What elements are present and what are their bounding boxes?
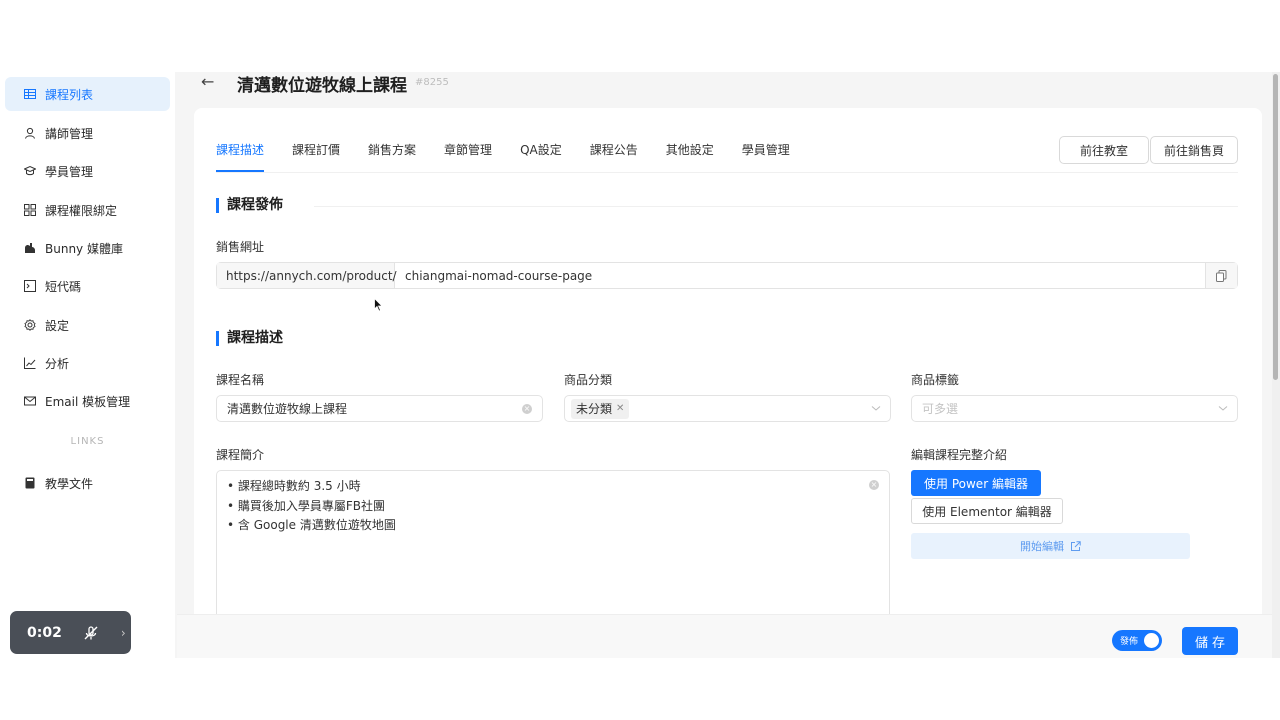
- sidebar-item-label: Email 模板管理: [45, 394, 131, 409]
- tags-placeholder: 可多選: [922, 402, 959, 416]
- publish-toggle-label: 發佈: [1120, 637, 1139, 647]
- sidebar-item-course-permissions[interactable]: 課程權限綁定: [5, 193, 170, 227]
- sidebar-item-analytics[interactable]: 分析: [5, 346, 170, 380]
- sidebar-item-docs[interactable]: 教學文件: [5, 466, 170, 500]
- toggle-knob: [1144, 633, 1159, 648]
- sidebar-item-email-templates[interactable]: Email 模板管理: [5, 384, 170, 418]
- intro-line: • 課程總時數約 3.5 小時: [227, 479, 361, 493]
- course-name-value: 清邁數位遊牧線上課程: [227, 402, 348, 416]
- arrow-left-icon[interactable]: ←: [201, 72, 214, 91]
- sidebar-item-label: 教學文件: [45, 476, 94, 491]
- sidebar: 課程列表 講師管理 學員管理 課程權限綁定 Bunny 媒體庫 短代碼 設定 分…: [0, 72, 175, 658]
- remove-tag-icon[interactable]: ✕: [616, 403, 624, 414]
- book-icon: [24, 477, 36, 489]
- intro-line: • 購買後加入學員專屬FB社團: [227, 498, 386, 513]
- rabbit-icon: [24, 242, 36, 254]
- scrollbar-thumb[interactable]: [1273, 74, 1278, 380]
- sidebar-item-instructors[interactable]: 講師管理: [5, 116, 170, 150]
- graduation-icon: [24, 165, 36, 177]
- external-link-icon: [1071, 540, 1081, 551]
- sidebar-item-label: 學員管理: [45, 164, 94, 179]
- start-edit-label: 開始編輯: [1020, 540, 1064, 553]
- tab-students[interactable]: 學員管理: [742, 142, 790, 172]
- sidebar-item-label: 設定: [45, 318, 70, 333]
- gear-icon: [24, 319, 36, 331]
- sidebar-item-students[interactable]: 學員管理: [5, 154, 170, 188]
- tab-sales-plans[interactable]: 銷售方案: [368, 142, 416, 172]
- mail-icon: [24, 395, 36, 407]
- section-title-publish: 課程發佈: [216, 198, 283, 213]
- tab-chapters[interactable]: 章節管理: [444, 142, 492, 172]
- footer-bar: 發佈 儲存: [177, 614, 1272, 658]
- sidebar-item-label: 分析: [45, 356, 70, 371]
- page-title: 清邁數位遊牧線上課程: [237, 76, 407, 96]
- tab-pricing[interactable]: 課程訂價: [292, 142, 340, 172]
- tab-announcements[interactable]: 課程公告: [590, 142, 638, 172]
- chevron-right-icon[interactable]: ›: [121, 626, 126, 640]
- go-to-sales-page-button[interactable]: 前往銷售頁: [1150, 136, 1238, 164]
- table-icon: [24, 88, 36, 100]
- mic-off-icon[interactable]: [83, 625, 99, 641]
- main-content: ← 清邁數位遊牧線上課程 #8255 課程描述 課程訂價 銷售方案 章節管理 Q…: [177, 72, 1272, 658]
- category-select[interactable]: 未分類 ✕: [564, 395, 891, 422]
- course-name-label: 課程名稱: [216, 373, 265, 387]
- recording-time: 0:02: [27, 624, 62, 641]
- mouse-cursor-icon: [374, 298, 383, 312]
- power-editor-button[interactable]: 使用 Power 編輯器: [911, 470, 1041, 496]
- copy-icon[interactable]: [1205, 263, 1237, 288]
- intro-label: 課程簡介: [216, 448, 265, 462]
- elementor-editor-button[interactable]: 使用 Elementor 編輯器: [911, 498, 1063, 524]
- course-edit-card: 課程描述 課程訂價 銷售方案 章節管理 QA設定 課程公告 其他設定 學員管理 …: [194, 108, 1262, 658]
- tags-label: 商品標籤: [911, 373, 960, 387]
- category-label: 商品分類: [564, 373, 613, 387]
- url-prefix: https://annych.com/product/: [217, 263, 397, 288]
- chevron-down-icon: [871, 406, 881, 411]
- category-tag-label: 未分類: [576, 402, 613, 416]
- sidebar-item-settings[interactable]: 設定: [5, 308, 170, 342]
- chart-icon: [24, 357, 36, 369]
- chevron-down-icon: [1218, 406, 1228, 411]
- tab-bar: 課程描述 課程訂價 銷售方案 章節管理 QA設定 課程公告 其他設定 學員管理: [216, 142, 790, 172]
- course-name-input[interactable]: 清邁數位遊牧線上課程 ×: [216, 395, 543, 422]
- sidebar-item-label: 講師管理: [45, 126, 94, 141]
- app-frame: 課程列表 講師管理 學員管理 課程權限綁定 Bunny 媒體庫 短代碼 設定 分…: [0, 72, 1280, 658]
- grid-icon: [24, 204, 36, 216]
- url-slug-input[interactable]: chiangmai-nomad-course-page: [395, 263, 1205, 288]
- clear-icon[interactable]: ×: [869, 480, 879, 490]
- publish-toggle[interactable]: 發佈: [1112, 630, 1162, 651]
- intro-line: • 含 Google 清邁數位遊牧地圖: [227, 518, 396, 532]
- section-title-description: 課程描述: [216, 331, 283, 346]
- sidebar-item-label: Bunny 媒體庫: [45, 241, 123, 256]
- sidebar-item-label: 短代碼: [45, 279, 82, 294]
- sidebar-item-shortcodes[interactable]: 短代碼: [5, 269, 170, 303]
- user-icon: [24, 127, 36, 139]
- sales-url-label: 銷售網址: [216, 240, 265, 254]
- sales-url-field: https://annych.com/product/ chiangmai-no…: [216, 262, 1238, 289]
- sidebar-item-label: 課程權限綁定: [45, 203, 118, 218]
- scrollbar[interactable]: [1272, 72, 1280, 658]
- start-edit-button[interactable]: 開始編輯: [911, 533, 1190, 559]
- intro-textarea[interactable]: • 課程總時數約 3.5 小時 • 購買後加入學員專屬FB社團 • 含 Goog…: [216, 470, 890, 630]
- section-divider: [314, 206, 1238, 207]
- go-to-classroom-button[interactable]: 前往教室: [1059, 136, 1149, 164]
- code-icon: [24, 280, 36, 292]
- save-button[interactable]: 儲存: [1182, 627, 1238, 655]
- sidebar-item-bunny-media[interactable]: Bunny 媒體庫: [5, 231, 170, 265]
- sidebar-group-links: LINKS: [70, 436, 105, 447]
- tab-qa[interactable]: QA設定: [520, 142, 562, 172]
- tab-other-settings[interactable]: 其他設定: [666, 142, 714, 172]
- clear-icon[interactable]: ×: [522, 404, 532, 414]
- tags-select[interactable]: 可多選: [911, 395, 1238, 422]
- recording-widget[interactable]: 0:02 ›: [10, 611, 131, 654]
- sidebar-item-label: 課程列表: [45, 87, 94, 102]
- tab-divider: [216, 172, 1238, 173]
- category-tag: 未分類 ✕: [571, 398, 630, 419]
- full-intro-label: 編輯課程完整介紹: [911, 448, 1008, 462]
- tab-description[interactable]: 課程描述: [216, 142, 265, 172]
- course-id: #8255: [415, 77, 449, 88]
- sidebar-item-course-list[interactable]: 課程列表: [5, 77, 170, 111]
